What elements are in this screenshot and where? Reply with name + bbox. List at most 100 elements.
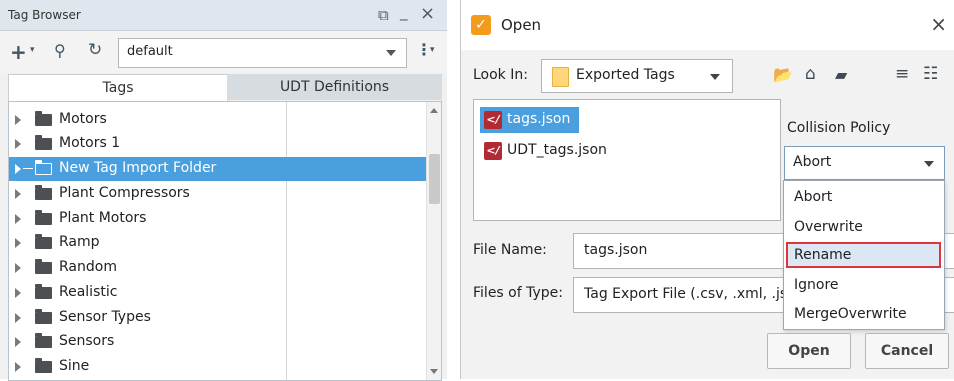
option-rename[interactable]: Rename (786, 242, 941, 268)
tag-browser-tabs: Tags UDT Definitions (8, 74, 442, 101)
folder-icon (35, 135, 52, 150)
folder-icon (552, 67, 569, 87)
expand-arrow-icon[interactable] (15, 337, 21, 347)
details-view-icon[interactable]: ☷ (923, 64, 938, 84)
option-abort[interactable]: Abort (786, 184, 941, 210)
expand-arrow-icon[interactable] (15, 189, 21, 199)
tree-row-label: Motors 1 (59, 135, 121, 151)
tree-row-label: Ramp (59, 234, 100, 250)
expand-arrow-icon[interactable] (15, 164, 21, 174)
tag-tree[interactable]: Motors Motors 1 New Tag Import Folder Pl… (8, 101, 442, 381)
tag-browser-title: Tag Browser (8, 8, 81, 22)
expand-arrow-icon[interactable] (15, 214, 21, 224)
tag-browser-panel: Tag Browser ⧉ _ × + ▾ ⚲ ↻ ⋮ ▾ default Ta… (0, 0, 447, 381)
tree-row-label: Realistic (59, 284, 118, 300)
expand-arrow-icon[interactable] (15, 288, 21, 298)
option-label: Abort (794, 189, 833, 205)
tree-row-selected[interactable]: New Tag Import Folder (9, 157, 427, 181)
search-icon[interactable]: ⚲ (54, 41, 66, 60)
tree-row[interactable]: Random (9, 256, 427, 280)
tab-tags[interactable]: Tags (8, 74, 228, 101)
tag-provider-dropdown[interactable]: default (118, 38, 407, 68)
option-label: Overwrite (794, 219, 863, 235)
tree-scrollbar[interactable] (426, 102, 441, 380)
expand-arrow-icon[interactable] (15, 115, 21, 125)
option-mergeoverwrite[interactable]: MergeOverwrite (786, 301, 941, 327)
folder-icon (35, 284, 52, 299)
panel-gap (448, 0, 460, 379)
up-folder-icon[interactable]: 📂 (773, 65, 793, 84)
option-overwrite[interactable]: Overwrite (786, 214, 941, 240)
file-name-value: tags.json (584, 242, 648, 258)
look-in-value: Exported Tags (576, 67, 675, 83)
tree-row[interactable]: Sine (9, 355, 427, 379)
expand-arrow-icon[interactable] (15, 362, 21, 372)
tab-udt-definitions[interactable]: UDT Definitions (227, 74, 442, 100)
option-ignore[interactable]: Ignore (786, 272, 941, 298)
tree-row-label: Sensors (59, 333, 115, 349)
expand-arrow-icon[interactable] (15, 263, 21, 273)
collision-policy-dropdown[interactable]: Abort (784, 146, 945, 180)
list-view-icon[interactable]: ≡ (895, 64, 909, 84)
folder-icon (35, 210, 52, 225)
tree-row-label: Sine (59, 358, 90, 374)
home-icon[interactable]: ⌂ (805, 64, 816, 84)
option-label: MergeOverwrite (794, 306, 907, 322)
expand-arrow-icon[interactable] (15, 139, 21, 149)
tree-row[interactable]: Realistic (9, 281, 427, 305)
restore-icon[interactable]: ⧉ (378, 6, 389, 24)
option-label: Ignore (794, 277, 839, 293)
tree-row[interactable]: Motors (9, 108, 427, 132)
tree-row[interactable]: Ramp (9, 231, 427, 255)
collision-policy-value: Abort (793, 154, 832, 170)
tree-row-label: Motors (59, 111, 107, 127)
expand-arrow-icon[interactable] (15, 313, 21, 323)
collision-policy-label: Collision Policy (787, 120, 891, 136)
scroll-up-icon[interactable] (430, 108, 438, 113)
tree-row[interactable]: Motors 1 (9, 132, 427, 156)
cancel-button[interactable]: Cancel (865, 333, 949, 369)
files-of-type-value: Tag Export File (.csv, .xml, .json) (584, 286, 811, 302)
collision-policy-options: Abort Overwrite Rename Ignore MergeOverw… (783, 180, 945, 330)
look-in-dropdown[interactable]: Exported Tags (541, 59, 733, 93)
chevron-down-icon[interactable]: ▾ (430, 45, 435, 55)
look-in-label: Look In: (473, 67, 528, 83)
json-file-icon: </ (484, 142, 502, 160)
file-item-selected[interactable]: </ tags.json (480, 107, 579, 133)
json-file-icon: </ (484, 111, 502, 129)
tree-row[interactable]: Plant Motors (9, 207, 427, 231)
new-folder-icon[interactable]: ▰ (835, 65, 847, 84)
tree-row-label: Random (59, 259, 117, 275)
file-item[interactable]: </ UDT_tags.json (480, 138, 620, 164)
plus-icon[interactable]: + (10, 40, 27, 64)
file-list[interactable]: </ tags.json </ UDT_tags.json (473, 99, 781, 221)
tree-row-label: Plant Compressors (59, 185, 190, 201)
file-name: tags.json (507, 111, 571, 127)
scrollbar-thumb[interactable] (429, 154, 440, 204)
tag-browser-titlebar: Tag Browser ⧉ _ × (0, 0, 447, 31)
folder-icon (35, 309, 52, 324)
chevron-down-icon[interactable]: ▾ (30, 45, 35, 55)
scroll-down-icon[interactable] (430, 369, 438, 374)
close-icon[interactable]: × (420, 3, 435, 24)
expand-arrow-icon[interactable] (15, 238, 21, 248)
refresh-icon[interactable]: ↻ (88, 40, 102, 60)
chevron-down-icon (924, 161, 934, 167)
open-button[interactable]: Open (767, 333, 851, 369)
tree-row-label: New Tag Import Folder (59, 160, 217, 176)
folder-icon (35, 160, 52, 175)
tree-row[interactable]: Sensors (9, 330, 427, 354)
tree-row[interactable]: Sensor Types (9, 306, 427, 330)
tree-row[interactable]: Plant Compressors (9, 182, 427, 206)
folder-icon (35, 111, 52, 126)
open-dialog: ✓ Open × Look In: Exported Tags 📂 ⌂ ▰ ≡ … (460, 0, 954, 379)
tree-row-label: Plant Motors (59, 210, 147, 226)
file-name-label: File Name: (473, 242, 547, 258)
dialog-titlebar: ✓ Open × (461, 0, 954, 50)
close-icon[interactable]: × (930, 12, 947, 36)
minimize-icon[interactable]: _ (400, 3, 408, 21)
file-name: UDT_tags.json (507, 142, 607, 158)
files-of-type-label: Files of Type: (473, 285, 563, 301)
app-logo-icon: ✓ (471, 15, 491, 35)
folder-icon (35, 333, 52, 348)
